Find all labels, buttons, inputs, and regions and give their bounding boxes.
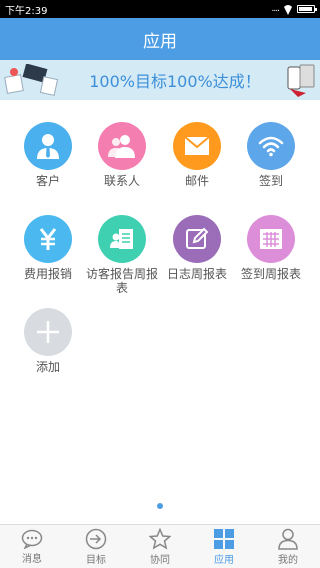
- tab-label: 我的: [278, 554, 298, 566]
- app-customer-circle: [24, 122, 72, 170]
- page-title: 应用: [143, 31, 177, 52]
- app-expense-circle: [24, 215, 72, 263]
- app-checkin[interactable]: 签到: [234, 122, 308, 188]
- mail-icon: [184, 136, 210, 155]
- tab-me[interactable]: 我的: [256, 525, 320, 568]
- app-mail-circle: [173, 122, 221, 170]
- app-customer[interactable]: 客户: [11, 122, 85, 188]
- tab-collaboration[interactable]: 协同: [128, 525, 192, 568]
- page-indicator-dot: [157, 503, 163, 509]
- wifi-status-icon: [283, 5, 293, 13]
- app-label: 签到: [258, 174, 283, 188]
- contacts-icon: [108, 135, 135, 158]
- app-visitor-report[interactable]: 访客报告周报表: [85, 215, 159, 295]
- customer-icon: [37, 134, 59, 159]
- tab-label: 协同: [150, 554, 170, 566]
- app-checkin-circle: [247, 122, 295, 170]
- app-checkin-report-circle: [247, 215, 295, 263]
- app-visitor-report-circle: [98, 215, 146, 263]
- app-label: 邮件: [184, 174, 209, 188]
- app-expense[interactable]: 费用报销: [11, 215, 85, 281]
- app-label: 访客报告周报表: [85, 267, 158, 295]
- status-bar: 下午2:39 ....: [0, 0, 320, 18]
- tab-label: 应用: [214, 554, 234, 566]
- app-contacts-circle: [98, 122, 146, 170]
- app-mail[interactable]: 邮件: [160, 122, 234, 188]
- battery-icon: [297, 5, 317, 13]
- message-icon: [21, 529, 43, 549]
- tab-label: 目标: [86, 554, 106, 566]
- app-contacts[interactable]: 联系人: [85, 122, 159, 188]
- checkin-report-icon: [260, 229, 282, 249]
- add-icon: [37, 321, 59, 343]
- tab-target[interactable]: 目标: [64, 525, 128, 568]
- tab-messages[interactable]: 消息: [0, 525, 64, 568]
- app-label: 客户: [35, 174, 60, 188]
- app-log-report-circle: [173, 215, 221, 263]
- apps-grid-icon: [214, 528, 234, 549]
- target-icon: [85, 528, 107, 549]
- tab-apps[interactable]: 应用: [192, 525, 256, 568]
- app-label: 添加: [35, 360, 60, 374]
- visitor-report-icon: [110, 229, 133, 249]
- app-label: 联系人: [103, 174, 140, 188]
- wifi-icon: [258, 136, 284, 157]
- person-icon: [278, 528, 298, 550]
- signal-icon: ....: [271, 4, 281, 14]
- app-label: 日志周报表: [166, 267, 227, 281]
- yen-icon: [39, 228, 57, 250]
- banner-text: 100%目标100%达成！: [89, 72, 261, 91]
- app-log-report[interactable]: 日志周报表: [160, 215, 234, 281]
- app-header: 应用: [0, 18, 320, 60]
- app-add-circle: [24, 308, 72, 356]
- bottom-tab-bar: 消息 目标 协同 应用 我的: [0, 524, 320, 568]
- banner-illustration-left-icon: [4, 64, 59, 96]
- app-grid: 客户 联系人 邮件 签到 费用报销 访客报告周报表 日志周报表 签到周报表 添加: [0, 100, 320, 524]
- banner-illustration-right-icon: [287, 64, 315, 97]
- log-report-icon: [186, 227, 209, 249]
- app-add[interactable]: 添加: [11, 308, 85, 374]
- app-label: 费用报销: [23, 267, 72, 281]
- app-checkin-report[interactable]: 签到周报表: [234, 215, 308, 281]
- app-label: 签到周报表: [240, 267, 301, 281]
- tab-label: 消息: [22, 553, 42, 565]
- promo-banner[interactable]: 100%目标100%达成！: [0, 60, 320, 100]
- status-time: 下午2:39: [5, 5, 48, 17]
- star-icon: [149, 527, 171, 550]
